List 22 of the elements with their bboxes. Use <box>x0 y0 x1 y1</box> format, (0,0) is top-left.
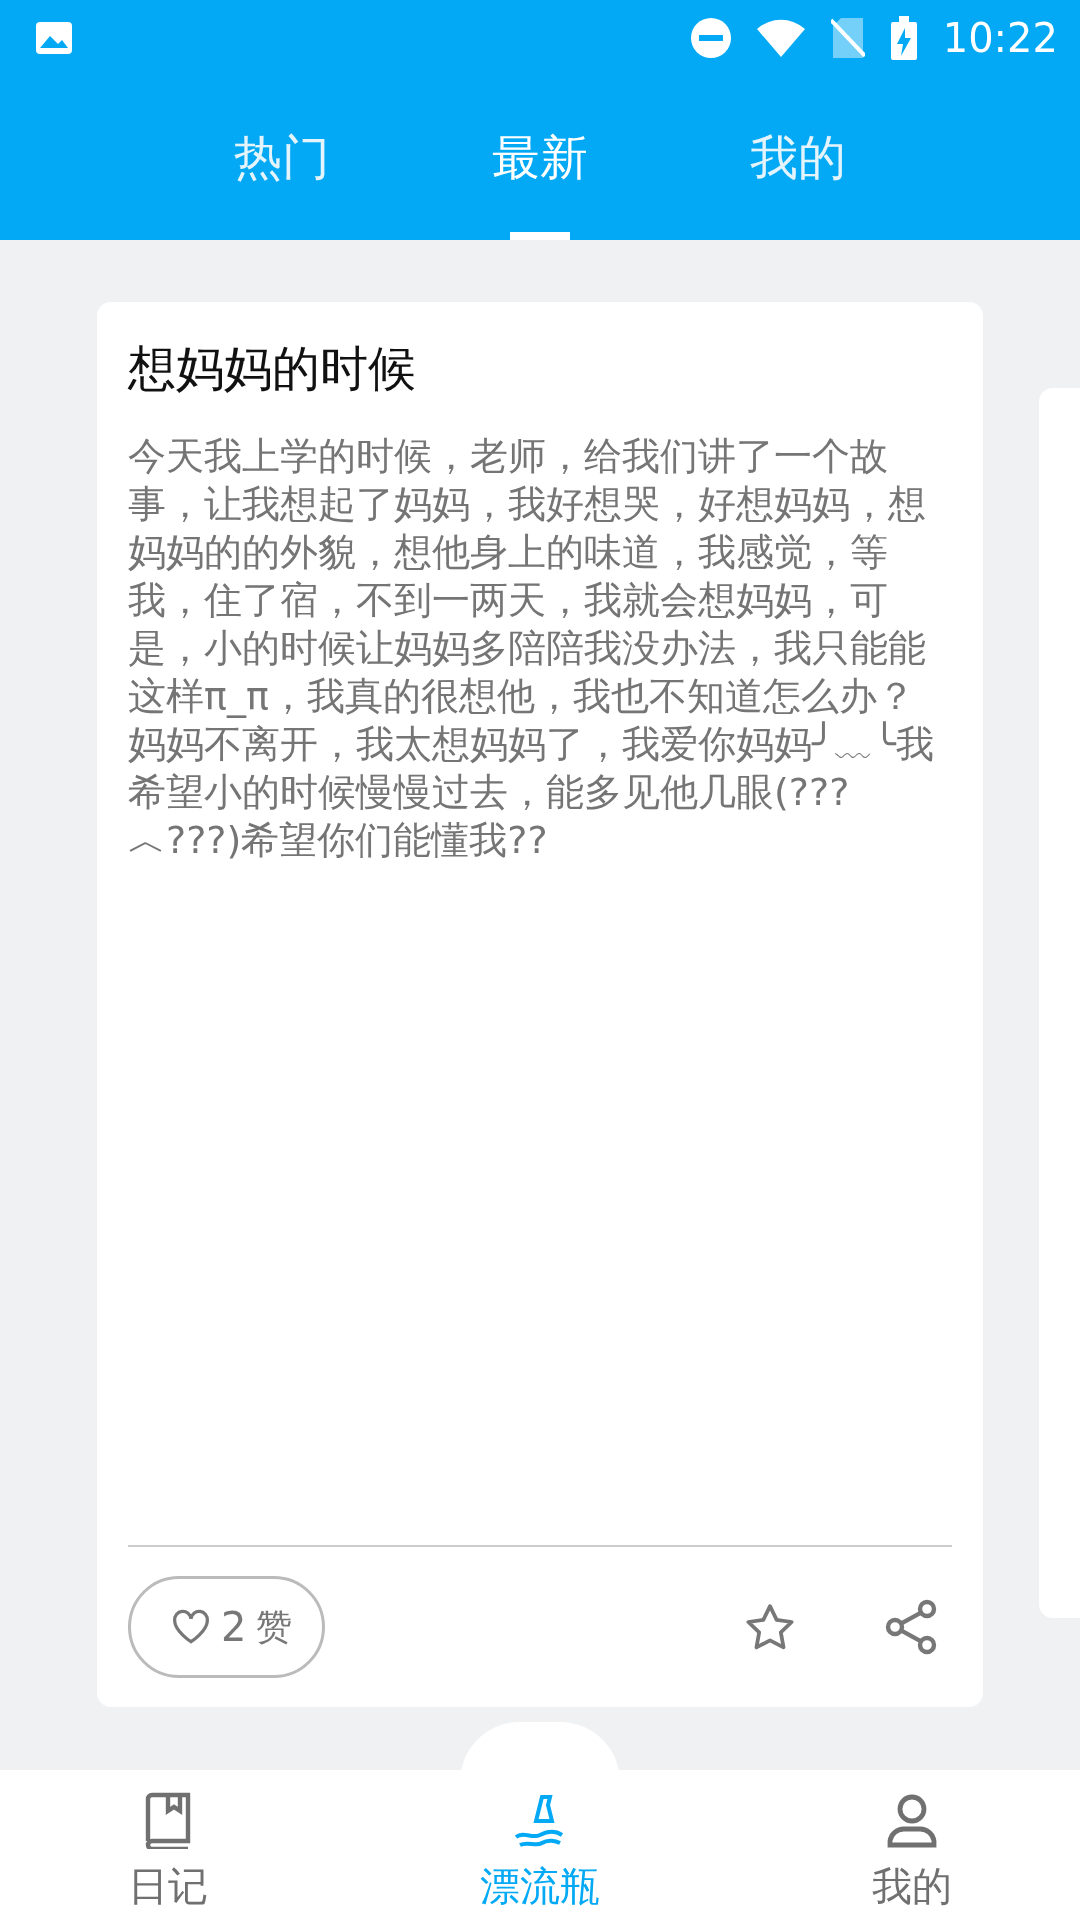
bottle-in-water-icon <box>514 1793 566 1849</box>
image-icon <box>34 20 74 56</box>
like-button[interactable]: 2 赞 <box>128 1576 326 1678</box>
post-title: 想妈妈的时候 <box>128 339 417 398</box>
do-not-disturb-icon <box>690 18 731 58</box>
tab-indicator <box>510 232 570 240</box>
tab[interactable]: 最新 <box>411 76 669 240</box>
star-icon <box>745 1603 795 1651</box>
battery-charging-icon <box>890 16 917 60</box>
share-icon <box>885 1599 937 1655</box>
tab[interactable]: 热门 <box>153 76 411 240</box>
tab[interactable]: 我的 <box>669 76 927 240</box>
status-time: 10:22 <box>942 15 1058 61</box>
no-sim-icon <box>830 18 865 58</box>
share-button[interactable] <box>885 1599 937 1655</box>
post-body: 今天我上学的时候，老师，给我们讲了一个故事，让我想起了妈妈，我好想哭，好想妈妈，想妈妈的的外貌，想他身上的味道，我感觉，等我，住了宿，不到一两天，我就会想妈妈，可是，小的时候让妈妈多陪陪我没办法，我只能能这样π_π，我真的很想他，我也不知道怎么办？妈妈不离开，我太想妈妈了，我爱你妈妈╯﹏╰我希望小的时候慢慢过去，能多见他几眼(???︿???)希望你们能懂我?? <box>128 433 935 864</box>
nav-item[interactable]: 我的 <box>872 1770 952 1920</box>
heart-icon <box>171 1609 211 1645</box>
favorite-button[interactable] <box>745 1603 795 1651</box>
nav-item[interactable]: 漂流瓶 <box>480 1770 600 1920</box>
wifi-icon <box>756 19 805 57</box>
nav-item[interactable]: 日记 <box>128 1770 208 1920</box>
